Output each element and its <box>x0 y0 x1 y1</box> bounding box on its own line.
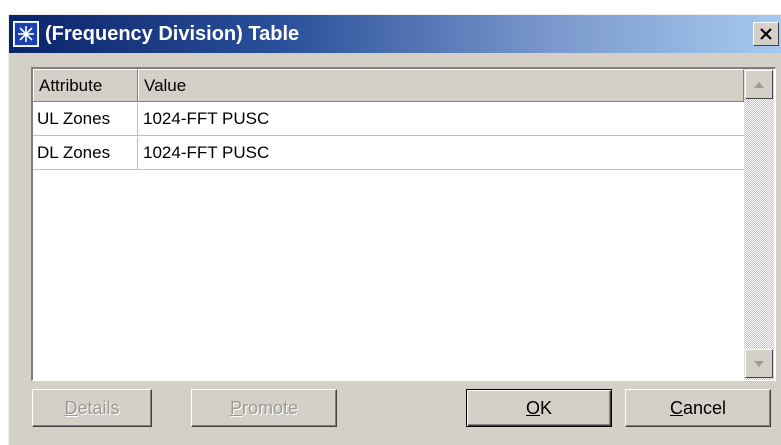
details-button[interactable]: Details <box>32 389 152 427</box>
attribute-table[interactable]: Attribute Value UL Zones 1024-FFT PUSC D… <box>31 67 776 381</box>
ok-button[interactable]: OK <box>466 389 612 427</box>
table-header: Attribute Value <box>33 69 744 102</box>
arrow-up-icon <box>754 81 764 88</box>
promote-button[interactable]: Promote <box>191 389 337 427</box>
scroll-up-button[interactable] <box>745 70 773 99</box>
cancel-button[interactable]: Cancel <box>625 389 771 427</box>
dialog-window: (Frequency Division) Table Attribute Val… <box>8 14 781 445</box>
close-icon <box>760 28 772 40</box>
close-button[interactable] <box>753 22 779 46</box>
arrow-down-icon <box>754 360 764 367</box>
scroll-down-button[interactable] <box>745 349 773 378</box>
column-header-attribute[interactable]: Attribute <box>33 69 138 101</box>
column-header-value[interactable]: Value <box>138 69 744 101</box>
vertical-scrollbar[interactable] <box>744 69 774 380</box>
attribute-cell[interactable]: DL Zones <box>33 137 138 169</box>
starburst-icon[interactable] <box>13 21 39 47</box>
value-cell[interactable]: 1024-FFT PUSC <box>139 103 744 135</box>
attribute-cell[interactable]: UL Zones <box>33 103 138 135</box>
table-row[interactable]: DL Zones 1024-FFT PUSC <box>33 137 744 170</box>
table-row[interactable]: UL Zones 1024-FFT PUSC <box>33 103 744 136</box>
window-title: (Frequency Division) Table <box>45 23 300 45</box>
title-bar[interactable]: (Frequency Division) Table <box>9 15 781 53</box>
value-cell[interactable]: 1024-FFT PUSC <box>139 137 744 169</box>
